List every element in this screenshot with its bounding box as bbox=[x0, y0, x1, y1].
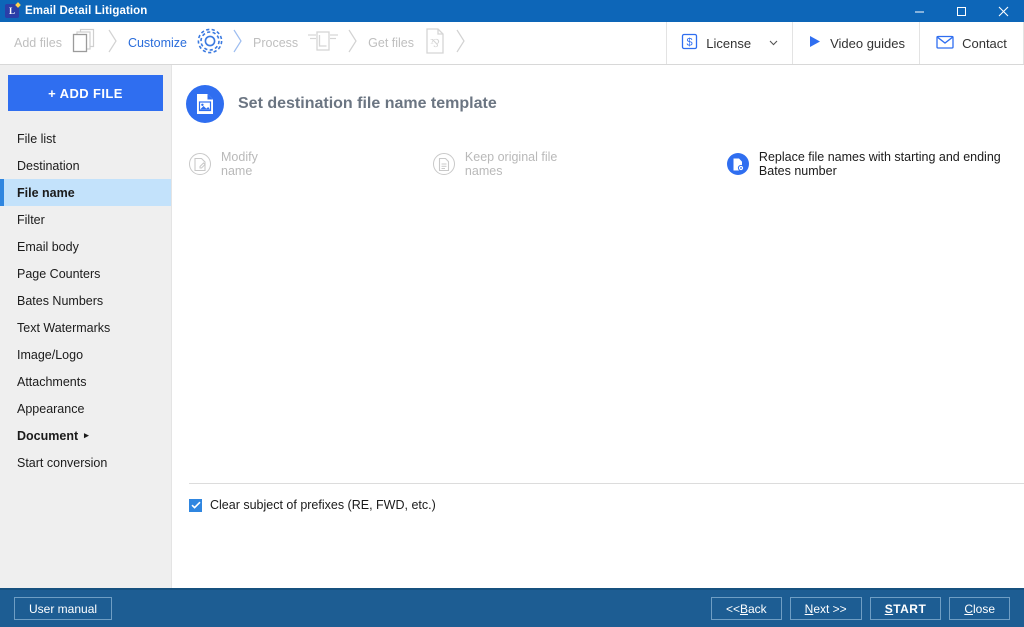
sidebar-item-label: File list bbox=[17, 131, 56, 146]
window-controls bbox=[898, 0, 1024, 22]
file-name-mode-options: Modify name Keep original file names Rep… bbox=[172, 149, 1024, 179]
document-image-icon bbox=[186, 85, 224, 123]
video-guides-label: Video guides bbox=[830, 35, 905, 51]
sidebar-item-filter[interactable]: Filter bbox=[0, 206, 171, 233]
maximize-icon[interactable] bbox=[940, 0, 982, 22]
window-title: Email Detail Litigation bbox=[25, 5, 148, 17]
svg-text:⅋: ⅋ bbox=[430, 37, 440, 50]
process-winged-l-icon bbox=[306, 27, 340, 60]
wizard-step-label: Get files bbox=[368, 36, 415, 50]
sidebar-item-appearance[interactable]: Appearance bbox=[0, 395, 171, 422]
breadcrumb-chevron-icon bbox=[232, 28, 244, 59]
wizard-step-label: Customize bbox=[127, 36, 187, 50]
wizard-step-add-files[interactable]: Add files bbox=[14, 27, 100, 60]
sidebar-item-label: Appearance bbox=[17, 401, 85, 416]
option-replace-with-bates-number[interactable]: Replace file names with starting and end… bbox=[726, 150, 1024, 178]
start-button[interactable]: S TART bbox=[869, 597, 942, 620]
sidebar: + ADD FILE File list Destination File na… bbox=[0, 65, 172, 588]
sidebar-item-label: Start conversion bbox=[17, 455, 108, 470]
footer-bar: User manual << Back Next >> S TART Close bbox=[0, 588, 1024, 627]
license-button[interactable]: $ License bbox=[666, 22, 793, 64]
sidebar-item-page-counters[interactable]: Page Counters bbox=[0, 260, 171, 287]
sidebar-nav-list: File list Destination File name Filter E… bbox=[0, 125, 171, 476]
chevron-right-icon: ▸ bbox=[84, 430, 89, 440]
panel-header: Set destination file name template bbox=[172, 65, 1024, 127]
breadcrumb-chevron-icon bbox=[347, 28, 359, 59]
sidebar-item-text-watermarks[interactable]: Text Watermarks bbox=[0, 314, 171, 341]
breadcrumb-chevron-icon bbox=[455, 28, 467, 59]
sidebar-item-label: Text Watermarks bbox=[17, 320, 111, 335]
sidebar-item-label: Destination bbox=[17, 158, 80, 173]
sidebar-item-label: Image/Logo bbox=[17, 347, 84, 362]
sidebar-item-document[interactable]: Document ▸ bbox=[0, 422, 171, 449]
user-manual-button[interactable]: User manual bbox=[14, 597, 113, 620]
wizard-step-process[interactable]: Process bbox=[253, 27, 340, 60]
clear-subject-prefixes-label: Clear subject of prefixes (RE, FWD, etc.… bbox=[210, 498, 436, 512]
document-edit-icon bbox=[189, 153, 211, 175]
sidebar-item-label: Page Counters bbox=[17, 266, 101, 281]
wizard-step-customize[interactable]: Customize bbox=[128, 26, 225, 61]
next-button[interactable]: Next >> bbox=[789, 597, 862, 620]
wizard-step-get-files[interactable]: Get files ⅋ bbox=[368, 26, 448, 61]
application-window: Email Detail Litigation Add files bbox=[0, 0, 1024, 627]
chevron-down-icon[interactable] bbox=[769, 38, 778, 48]
sidebar-item-label: Attachments bbox=[17, 374, 87, 389]
video-guides-button[interactable]: Video guides bbox=[792, 22, 919, 64]
license-label: License bbox=[706, 35, 752, 51]
sidebar-item-file-name[interactable]: File name bbox=[0, 179, 171, 206]
sidebar-item-label: Email body bbox=[17, 239, 79, 254]
pdf-file-icon: ⅋ bbox=[422, 26, 448, 61]
title-bar: Email Detail Litigation bbox=[0, 0, 1024, 22]
sidebar-item-label: Document bbox=[17, 428, 79, 443]
svg-text:$: $ bbox=[687, 37, 693, 49]
option-keep-original-file-names[interactable]: Keep original file names bbox=[432, 150, 571, 178]
clear-subject-prefixes-checkbox[interactable] bbox=[189, 498, 202, 512]
sidebar-item-start-conversion[interactable]: Start conversion bbox=[0, 449, 171, 476]
top-action-buttons: $ License Video guides Contact bbox=[666, 22, 1024, 64]
option-label: Modify name bbox=[221, 150, 258, 178]
minimize-icon[interactable] bbox=[898, 0, 940, 22]
page-title: Set destination file name template bbox=[238, 95, 497, 112]
sidebar-item-label: Filter bbox=[17, 212, 45, 227]
sidebar-item-file-list[interactable]: File list bbox=[0, 125, 171, 152]
document-gear-icon bbox=[726, 153, 749, 175]
sidebar-item-label: Bates Numbers bbox=[17, 293, 104, 308]
back-button[interactable]: << Back bbox=[710, 597, 782, 620]
wizard-breadcrumb-bar: Add files Customize Process Get files ⅋ … bbox=[0, 22, 1024, 65]
wizard-step-label: Process bbox=[253, 36, 299, 50]
option-modify-name[interactable]: Modify name bbox=[189, 150, 276, 178]
footer-nav-buttons: << Back Next >> S TART Close bbox=[710, 597, 1010, 620]
sidebar-item-bates-numbers[interactable]: Bates Numbers bbox=[0, 287, 171, 314]
sidebar-item-destination[interactable]: Destination bbox=[0, 152, 171, 179]
close-button[interactable]: Close bbox=[949, 597, 1010, 620]
body-area: + ADD FILE File list Destination File na… bbox=[0, 65, 1024, 588]
add-file-button[interactable]: + ADD FILE bbox=[8, 75, 163, 111]
breadcrumb-chevron-icon bbox=[107, 28, 119, 59]
contact-button[interactable]: Contact bbox=[919, 22, 1024, 64]
panel-divider bbox=[189, 483, 1024, 484]
option-label: Keep original file names bbox=[464, 150, 558, 178]
gear-icon bbox=[195, 26, 225, 61]
option-label: Replace file names with starting and end… bbox=[758, 150, 1001, 178]
dollar-badge-icon: $ bbox=[681, 33, 698, 53]
sidebar-item-attachments[interactable]: Attachments bbox=[0, 368, 171, 395]
close-icon[interactable] bbox=[982, 0, 1024, 22]
main-panel: Set destination file name template Modif… bbox=[172, 65, 1024, 588]
stacked-papers-icon bbox=[70, 27, 100, 60]
play-triangle-icon bbox=[807, 34, 822, 52]
contact-label: Contact bbox=[962, 35, 1007, 51]
envelope-icon bbox=[936, 35, 954, 52]
clear-subject-prefixes-row[interactable]: Clear subject of prefixes (RE, FWD, etc.… bbox=[172, 498, 1024, 512]
app-logo-icon bbox=[5, 2, 21, 18]
sidebar-item-label: File name bbox=[17, 185, 75, 200]
wizard-step-label: Add files bbox=[14, 36, 62, 50]
sidebar-item-email-body[interactable]: Email body bbox=[0, 233, 171, 260]
sidebar-item-image-logo[interactable]: Image/Logo bbox=[0, 341, 171, 368]
document-plain-icon bbox=[432, 153, 455, 175]
